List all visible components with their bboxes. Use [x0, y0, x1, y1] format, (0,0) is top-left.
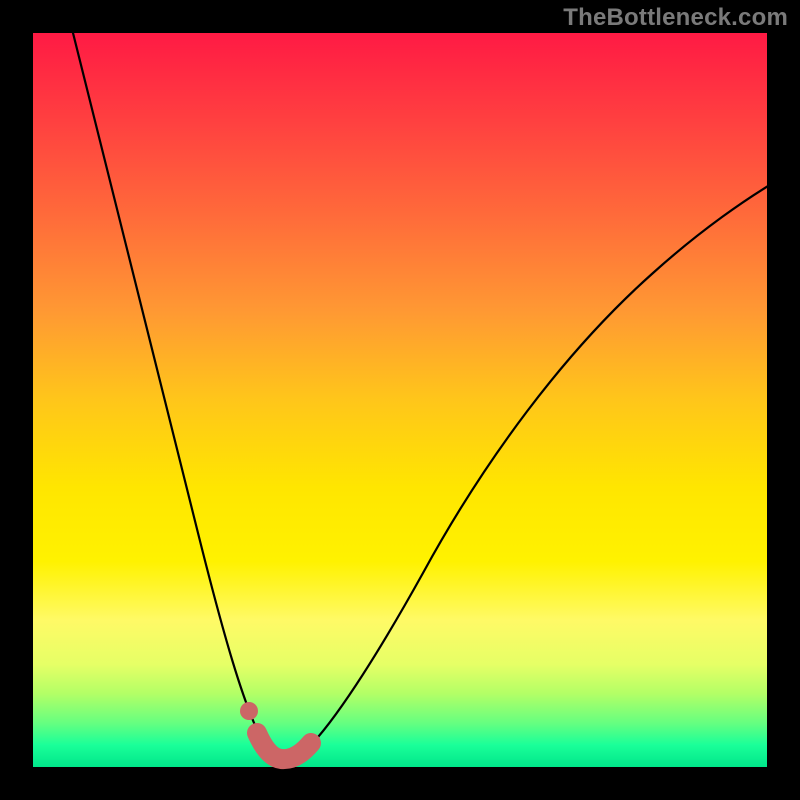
- chart-frame: TheBottleneck.com: [0, 0, 800, 800]
- bottleneck-curve: [63, 0, 773, 759]
- highlight-dot: [240, 702, 258, 720]
- watermark-text: TheBottleneck.com: [563, 4, 788, 32]
- highlight-region: [257, 733, 311, 759]
- chart-overlay: [33, 33, 767, 767]
